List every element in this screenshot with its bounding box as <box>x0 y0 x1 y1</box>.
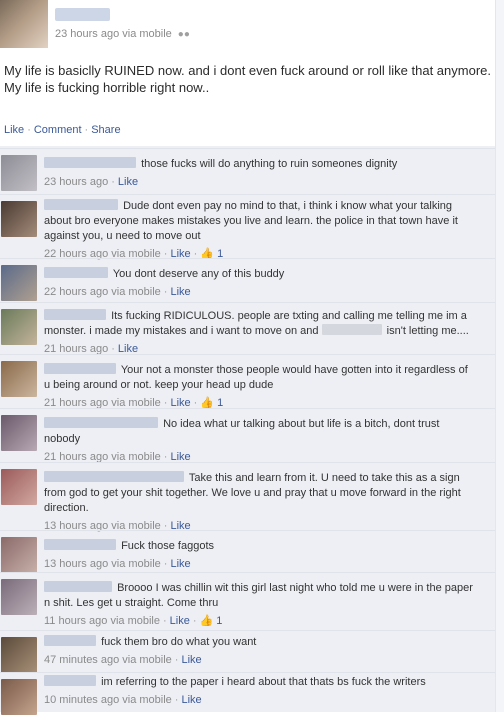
status-post: 23 hours ago via mobile ●● My life is bas… <box>0 0 504 152</box>
people-icon: ●● <box>177 29 190 40</box>
comment-item: You dont deserve any of this buddy 22 ho… <box>0 258 496 303</box>
share-link[interactable]: Share <box>91 124 120 136</box>
separator-dot: · <box>84 124 89 136</box>
comment-item: No idea what ur talking about but life i… <box>0 408 496 463</box>
scrollbar-track[interactable] <box>495 0 504 712</box>
comment-like-link[interactable]: Like <box>181 694 201 706</box>
comment-timestamp[interactable]: 47 minutes ago via mobile <box>44 654 172 666</box>
commenter-avatar[interactable] <box>1 415 37 451</box>
comment-item: Broooo I was chillin wit this girl last … <box>0 572 496 631</box>
comment-timestamp[interactable]: 22 hours ago via mobile <box>44 286 161 298</box>
comment-timestamp[interactable]: 10 minutes ago via mobile <box>44 694 172 706</box>
commenter-name-redacted[interactable] <box>44 363 116 374</box>
poster-avatar[interactable] <box>0 0 48 48</box>
commenter-name-redacted[interactable] <box>44 267 108 278</box>
commenter-name-redacted[interactable] <box>44 417 158 428</box>
comment-text: fuck them bro do what you want <box>101 636 257 648</box>
comment-timestamp[interactable]: 11 hours ago via mobile <box>44 615 160 627</box>
comment-like-link[interactable]: Like <box>170 558 190 570</box>
comment-item: those fucks will do anything to ruin som… <box>0 148 496 195</box>
commenter-name-redacted[interactable] <box>44 539 116 550</box>
commenter-avatar[interactable] <box>1 201 37 237</box>
commenter-name-redacted[interactable] <box>44 675 96 686</box>
like-link[interactable]: Like <box>4 124 24 136</box>
comment-text: those fucks will do anything to ruin som… <box>141 158 398 170</box>
commenter-name-redacted[interactable] <box>44 581 112 592</box>
post-text: My life is basiclly RUINED now. and i do… <box>4 63 491 95</box>
comment-item: Fuck those faggots 13 hours ago via mobi… <box>0 530 496 573</box>
comment-like-link[interactable]: Like <box>170 615 190 627</box>
commenter-avatar[interactable] <box>1 469 37 505</box>
commenter-name-redacted[interactable] <box>44 471 184 482</box>
commenter-name-redacted[interactable] <box>44 157 136 168</box>
like-count[interactable]: 1 <box>216 615 222 627</box>
comment-item: Its fucking RIDICULOUS. people are txtin… <box>0 302 496 355</box>
post-timestamp[interactable]: 23 hours ago via mobile <box>55 28 172 40</box>
separator-dot: · <box>27 124 31 136</box>
commenter-name-redacted[interactable] <box>44 199 118 210</box>
mentioned-name-redacted[interactable] <box>321 324 382 335</box>
comment-meta: 23 hours ago · Like <box>44 176 139 188</box>
comment-text-continued: isn't letting me.... <box>386 325 469 337</box>
commenter-avatar[interactable] <box>1 637 37 673</box>
poster-name-redacted[interactable] <box>55 8 110 21</box>
comment-text: You dont deserve any of this buddy <box>112 268 285 280</box>
commenter-avatar[interactable] <box>1 579 37 615</box>
commenter-name-redacted[interactable] <box>44 309 106 320</box>
comment-meta: 22 hours ago via mobile · Like <box>44 286 191 298</box>
comment-timestamp[interactable]: 13 hours ago via mobile <box>44 558 161 570</box>
comment-item: Your not a monster those people would ha… <box>0 354 496 409</box>
comment-item: Dude dont even pay no mind to that, i th… <box>0 194 496 260</box>
comment-text: Fuck those faggots <box>121 540 215 552</box>
commenter-avatar[interactable] <box>1 361 37 397</box>
comment-meta: 47 minutes ago via mobile · Like <box>44 654 202 666</box>
thumbs-up-icon[interactable]: 👍 <box>200 615 214 627</box>
post-actions: Like · Comment · Share <box>4 124 121 136</box>
commenter-name-redacted[interactable] <box>44 635 96 646</box>
comment-meta: 13 hours ago via mobile · Like <box>44 558 191 570</box>
commenter-avatar[interactable] <box>1 155 37 191</box>
comment-item: im referring to the paper i heard about … <box>0 672 496 715</box>
post-meta: 23 hours ago via mobile ●● <box>55 28 190 40</box>
comment-item: fuck them bro do what you want 47 minute… <box>0 630 496 673</box>
comment-list: those fucks will do anything to ruin som… <box>0 146 496 715</box>
comment-like-link[interactable]: Like <box>181 654 201 666</box>
comment-meta: 10 minutes ago via mobile · Like <box>44 694 202 706</box>
comment-timestamp[interactable]: 23 hours ago <box>44 176 108 188</box>
commenter-avatar[interactable] <box>1 309 37 345</box>
comment-link[interactable]: Comment <box>34 124 82 136</box>
comment-text: im referring to the paper i heard about … <box>101 676 426 688</box>
comment-like-link[interactable]: Like <box>170 286 190 298</box>
comment-item: Take this and learn from it. U need to t… <box>0 462 496 532</box>
commenter-avatar[interactable] <box>1 679 37 715</box>
commenter-avatar[interactable] <box>1 265 37 301</box>
comment-like-link[interactable]: Like <box>118 176 138 188</box>
comment-meta: 11 hours ago via mobile · Like · 👍 1 <box>44 615 223 627</box>
commenter-avatar[interactable] <box>1 537 37 573</box>
